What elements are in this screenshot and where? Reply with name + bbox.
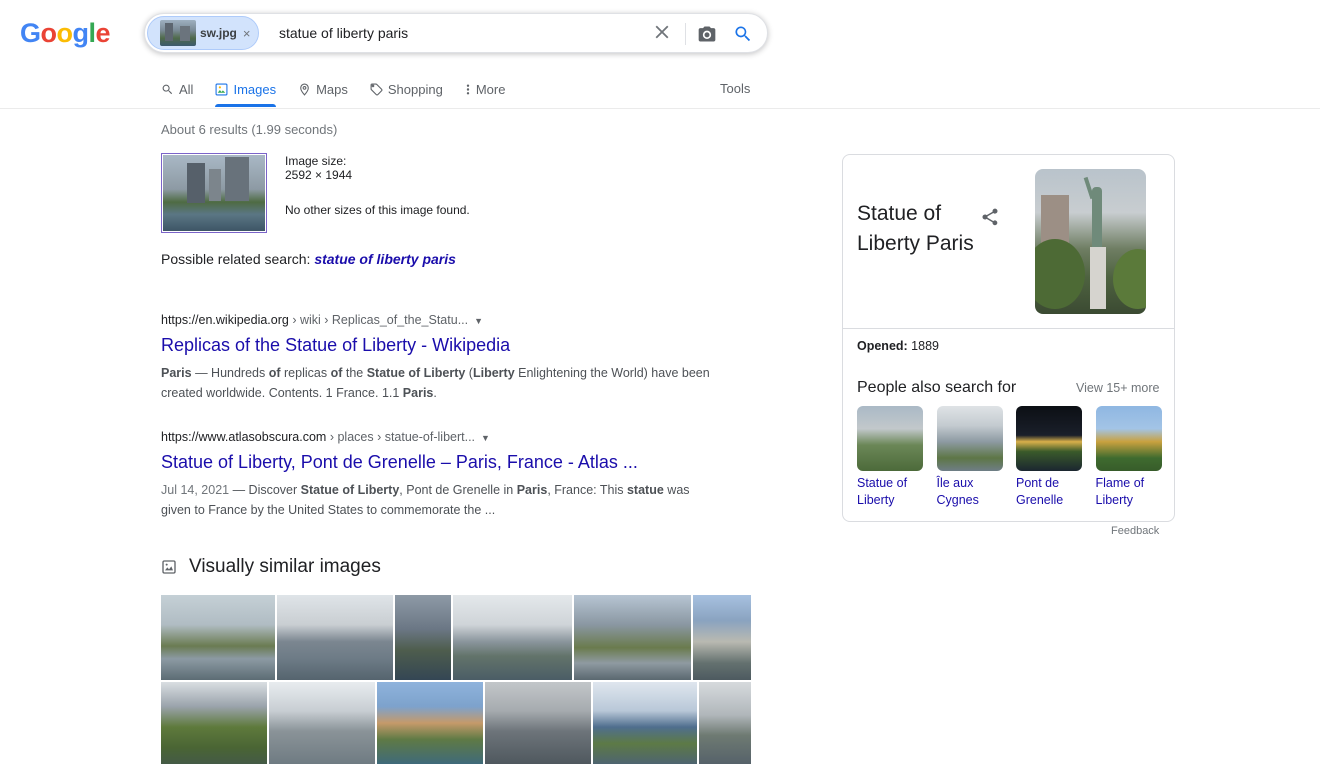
chip-thumbnail <box>160 20 196 46</box>
item-label: Pont de Grenelle <box>1016 476 1064 507</box>
url-host: https://www.atlasobscura.com <box>161 430 327 444</box>
knowledge-panel-title: Statue of Liberty Paris <box>857 202 974 255</box>
tag-icon <box>370 83 383 96</box>
tab-label: More <box>475 81 506 97</box>
similar-image[interactable] <box>377 682 483 764</box>
people-also-search-heading: People also search for <box>857 379 1017 396</box>
search-box[interactable]: sw.jpg × statue of liberty paris <box>144 13 768 53</box>
url-host: https://en.wikipedia.org <box>161 313 289 327</box>
chevron-down-icon[interactable]: ▼ <box>481 433 490 443</box>
result-title-link[interactable]: Statue of Liberty, Pont de Grenelle – Pa… <box>161 450 721 474</box>
query-image <box>163 155 265 231</box>
result-url[interactable]: https://en.wikipedia.org › wiki › Replic… <box>161 313 721 327</box>
logo-letter: g <box>72 18 90 48</box>
query-image-thumbnail[interactable] <box>161 153 267 233</box>
similar-image[interactable] <box>277 595 393 680</box>
search-result: https://www.atlasobscura.com › places › … <box>161 430 721 520</box>
similar-image[interactable] <box>269 682 375 764</box>
image-icon <box>215 83 228 96</box>
result-stats: About 6 results (1.99 seconds) <box>161 122 338 137</box>
search-icon[interactable] <box>733 24 753 49</box>
tab-all[interactable]: All <box>161 80 193 98</box>
similar-image[interactable] <box>395 595 451 680</box>
people-also-search-item[interactable]: Statue of Liberty <box>857 406 923 509</box>
similar-image[interactable] <box>593 682 697 764</box>
knowledge-panel-image[interactable] <box>1035 169 1146 314</box>
search-icon <box>161 83 174 96</box>
people-also-search-list: Statue of Liberty Île aux Cygnes Pont de… <box>857 406 1175 509</box>
tab-shopping[interactable]: Shopping <box>370 80 443 98</box>
result-title-link[interactable]: Replicas of the Statue of Liberty - Wiki… <box>161 333 721 357</box>
header-divider <box>0 108 1320 109</box>
url-breadcrumb: › wiki › Replicas_of_the_Statu... <box>288 313 469 327</box>
more-vert-icon <box>465 83 471 96</box>
item-label: Île aux Cygnes <box>936 476 979 507</box>
logo-letter: G <box>20 18 41 48</box>
image-chip[interactable]: sw.jpg × <box>147 16 259 50</box>
tab-label: Shopping <box>387 81 443 97</box>
feedback-link[interactable]: Feedback <box>1111 525 1159 537</box>
tools-button[interactable]: Tools <box>720 81 750 96</box>
people-also-search-item[interactable]: Pont de Grenelle <box>1016 406 1082 509</box>
related-search-prefix: Possible related search: <box>161 251 315 267</box>
visually-similar-heading: Visually similar images <box>161 556 381 578</box>
similar-image[interactable] <box>161 595 275 680</box>
similar-image[interactable] <box>693 595 751 680</box>
item-label: Statue of Liberty <box>857 476 908 507</box>
item-label: Flame of Liberty <box>1095 476 1145 507</box>
tab-images[interactable]: Images <box>215 80 277 107</box>
url-breadcrumb: › places › statue-of-libert... <box>326 430 476 444</box>
logo-letter: l <box>88 18 97 48</box>
logo-letter: o <box>40 18 58 48</box>
logo-letter: e <box>95 18 111 48</box>
image-size-value: 2592 × 1944 <box>285 168 353 182</box>
tab-maps[interactable]: Maps <box>298 80 348 98</box>
divider <box>843 328 1174 329</box>
opened-fact: Opened: 1889 <box>857 339 939 353</box>
similar-image[interactable] <box>485 682 591 764</box>
search-result: https://en.wikipedia.org › wiki › Replic… <box>161 313 721 403</box>
search-input[interactable]: statue of liberty paris <box>279 25 408 41</box>
image-size-label: Image size: <box>285 154 347 168</box>
tab-more[interactable]: More <box>465 80 506 98</box>
item-thumbnail <box>1095 406 1162 471</box>
camera-icon[interactable] <box>697 24 717 49</box>
image-icon <box>161 559 177 575</box>
people-also-search-item[interactable]: Île aux Cygnes <box>936 406 1003 509</box>
result-date: Jul 14, 2021 <box>161 483 230 497</box>
result-snippet: Paris — Hundreds of replicas of the Stat… <box>161 366 710 400</box>
view-more-link[interactable]: View 15+ more <box>1076 381 1160 395</box>
opened-value: 1889 <box>907 339 939 353</box>
item-thumbnail <box>936 406 1003 471</box>
map-pin-icon <box>298 83 311 96</box>
related-search-link[interactable]: statue of liberty paris <box>314 251 456 267</box>
tab-label: Maps <box>316 81 348 97</box>
item-thumbnail <box>1016 406 1082 471</box>
search-tabs: All Images Maps Shopping More <box>161 80 527 108</box>
google-logo[interactable]: Google <box>20 18 111 49</box>
divider <box>685 23 686 45</box>
chip-close-icon[interactable]: × <box>243 26 251 41</box>
similar-image[interactable] <box>699 682 751 764</box>
similar-image[interactable] <box>161 682 267 764</box>
share-icon[interactable] <box>980 207 1000 232</box>
result-snippet: Jul 14, 2021 — Discover Statue of Libert… <box>161 483 690 517</box>
item-thumbnail <box>857 406 923 471</box>
result-url[interactable]: https://www.atlasobscura.com › places › … <box>161 430 721 444</box>
logo-letter: o <box>56 18 74 48</box>
similar-image[interactable] <box>453 595 572 680</box>
knowledge-panel: Statue of Liberty Paris Opened: 1889 Peo… <box>842 154 1175 522</box>
chip-filename: sw.jpg <box>200 26 237 40</box>
visually-similar-label: Visually similar images <box>189 556 381 577</box>
chevron-down-icon[interactable]: ▼ <box>474 316 483 326</box>
no-other-sizes-text: No other sizes of this image found. <box>285 203 470 217</box>
related-search: Possible related search: statue of liber… <box>161 251 456 267</box>
tab-label: Images <box>233 81 277 97</box>
clear-icon[interactable] <box>651 21 673 47</box>
opened-label: Opened: <box>857 339 908 353</box>
tab-label: All <box>179 81 194 97</box>
people-also-search-item[interactable]: Flame of Liberty <box>1095 406 1162 509</box>
similar-image[interactable] <box>574 595 691 680</box>
